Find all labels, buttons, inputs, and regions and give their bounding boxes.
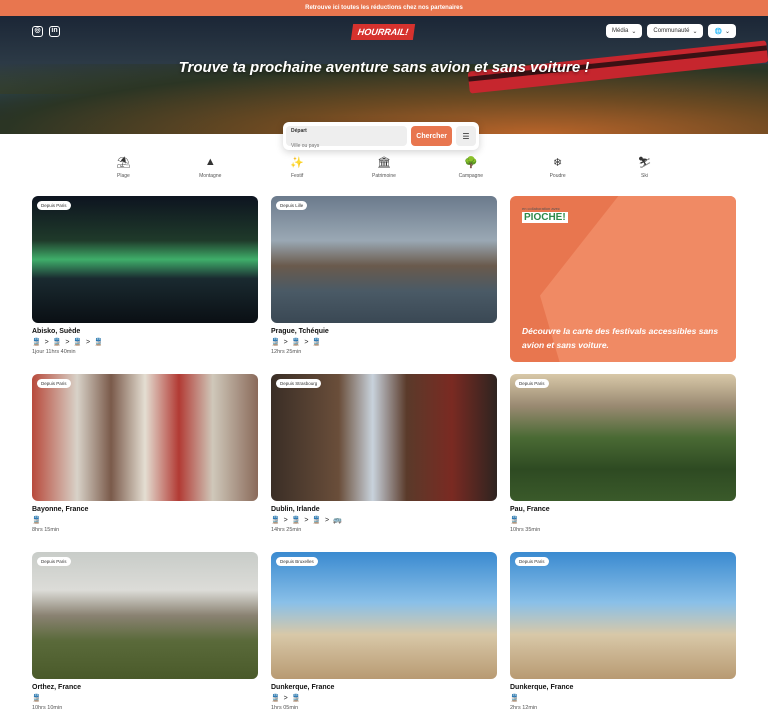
destination-name: Dunkerque, France <box>510 684 574 691</box>
transport-modes: 🚆 > 🚆 <box>271 695 302 702</box>
instagram-icon[interactable]: ◎ <box>32 26 43 37</box>
nav-communaute-label: Communauté <box>653 28 690 34</box>
travel-duration: 14hrs 25min <box>271 527 302 533</box>
category-label: Festif <box>290 173 304 179</box>
origin-badge: Depuis Lille <box>276 201 308 210</box>
category-plage[interactable]: ⛱ Plage <box>93 156 153 179</box>
travel-duration: 2hrs 12min <box>510 705 538 711</box>
category-label: Patrimoine <box>372 173 396 179</box>
search-bar: Départ Chercher ☰ <box>283 122 479 150</box>
transport-modes: 🚆 > 🚆 > 🚆 > 🚌 <box>271 517 343 524</box>
language-selector[interactable]: 🌐 ⌄ <box>708 24 736 38</box>
monument-icon: 🏛 <box>376 157 391 169</box>
transport-modes: 🚆 <box>32 517 42 524</box>
origin-badge: Depuis Paris <box>37 379 71 388</box>
origin-badge: Depuis Paris <box>515 557 549 566</box>
category-label: Poudre <box>549 173 566 179</box>
transport-modes: 🚆 > 🚆 > 🚆 > 🚆 <box>32 339 104 346</box>
promo-bar[interactable]: Retrouve ici toutes les réductions chez … <box>0 0 768 16</box>
origin-badge: Depuis Paris <box>37 201 71 210</box>
category-label: Montagne <box>199 173 222 179</box>
destination-image: Depuis Bruxelles <box>271 552 497 679</box>
destination-card-abisko[interactable]: Depuis Paris Abisko, Suède 🚆 > 🚆 > 🚆 > 🚆… <box>32 196 258 362</box>
transport-modes: 🚆 <box>32 695 42 702</box>
chevron-down-icon: ⌄ <box>692 28 698 35</box>
tree-icon: 🌳 <box>463 157 478 169</box>
departure-input[interactable] <box>291 143 403 149</box>
destination-card-prague[interactable]: Depuis Lille Prague, Tchéquie 🚆 > 🚆 > 🚆 … <box>271 196 497 362</box>
social-links: ◎ in <box>32 26 60 37</box>
transport-modes: 🚆 <box>510 695 520 702</box>
destination-grid: Depuis Paris Abisko, Suède 🚆 > 🚆 > 🚆 > 🚆… <box>32 196 736 718</box>
festival-map-text: Découvre la carte des festivals accessib… <box>522 326 719 350</box>
festival-map-card[interactable]: en collaboration avec PIOCHE! Découvre l… <box>510 196 736 362</box>
destination-card-dunkerque-bruxelles[interactable]: Depuis Bruxelles Dunkerque, France 🚆 > 🚆… <box>271 552 497 718</box>
category-label: Ski <box>641 173 648 179</box>
destination-name: Abisko, Suède <box>32 328 81 335</box>
travel-duration: 10hrs 10min <box>32 705 63 711</box>
destination-card-dublin[interactable]: Depuis Strasbourg Dublin, Irlande 🚆 > 🚆 … <box>271 374 497 540</box>
umbrella-icon: ⛱ <box>116 157 131 169</box>
hero-banner: ◎ in HOURRAIL! Média ⌄ Communauté ⌄ 🌐 ⌄ Tro… <box>0 16 768 134</box>
destination-image: Depuis Paris <box>32 196 258 323</box>
category-campagne[interactable]: 🌳 Campagne <box>441 156 501 179</box>
pioche-logo: PIOCHE! <box>522 212 568 223</box>
category-patrimoine[interactable]: 🏛 Patrimoine <box>354 156 414 179</box>
nav-media-label: Média <box>612 28 629 34</box>
destination-image: Depuis Paris <box>510 374 736 501</box>
mountain-icon: ▲ <box>204 156 216 168</box>
nav-media[interactable]: Média ⌄ <box>606 24 643 38</box>
category-ski[interactable]: ⛷ Ski <box>614 156 674 179</box>
top-nav: Média ⌄ Communauté ⌄ 🌐 ⌄ <box>606 24 736 38</box>
chevron-down-icon: ⌄ <box>724 28 730 35</box>
origin-badge: Depuis Paris <box>515 379 549 388</box>
category-montagne[interactable]: ▲ Montagne <box>180 156 240 179</box>
destination-name: Pau, France <box>510 506 550 513</box>
travel-duration: 12hrs 25min <box>271 349 302 355</box>
transport-modes: 🚆 <box>510 517 520 524</box>
destination-name: Orthez, France <box>32 684 82 691</box>
departure-field[interactable]: Départ <box>286 126 408 149</box>
filter-icon[interactable]: ☰ <box>456 126 476 146</box>
category-label: Campagne <box>458 173 484 179</box>
travel-duration: 1hrs 05min <box>271 705 299 711</box>
ski-icon: ⛷ <box>637 157 652 169</box>
hero-headline: Trouve ta prochaine aventure sans avion … <box>178 59 590 76</box>
destination-card-bayonne[interactable]: Depuis Paris Bayonne, France 🚆 8hrs 15mi… <box>32 374 258 540</box>
linkedin-icon[interactable]: in <box>49 26 60 37</box>
origin-badge: Depuis Bruxelles <box>276 557 318 566</box>
travel-duration: 1jour 11hrs 40min <box>32 349 76 355</box>
destination-image: Depuis Paris <box>510 552 736 679</box>
destination-name: Prague, Tchéquie <box>271 328 329 335</box>
snowflake-icon: ❄ <box>553 157 563 169</box>
nav-communaute[interactable]: Communauté ⌄ <box>647 24 704 38</box>
chevron-down-icon: ⌄ <box>631 28 637 35</box>
origin-badge: Depuis Strasbourg <box>276 379 322 388</box>
destination-image: Depuis Lille <box>271 196 497 323</box>
destination-image: Depuis Paris <box>32 374 258 501</box>
logo[interactable]: HOURRAIL! <box>350 24 416 40</box>
travel-duration: 8hrs 15min <box>32 527 60 533</box>
departure-label: Départ <box>291 128 307 134</box>
party-icon: ✨ <box>290 157 304 169</box>
destination-card-dunkerque-paris[interactable]: Depuis Paris Dunkerque, France 🚆 2hrs 12… <box>510 552 736 718</box>
destination-name: Dunkerque, France <box>271 684 335 691</box>
transport-modes: 🚆 > 🚆 > 🚆 <box>271 339 323 346</box>
destination-card-orthez[interactable]: Depuis Paris Orthez, France 🚆 10hrs 10mi… <box>32 552 258 718</box>
search-button[interactable]: Chercher <box>411 126 452 146</box>
destination-image: Depuis Strasbourg <box>271 374 497 501</box>
category-festif[interactable]: ✨ Festif <box>267 156 327 179</box>
destination-image: Depuis Paris <box>32 552 258 679</box>
origin-badge: Depuis Paris <box>37 557 71 566</box>
category-label: Plage <box>117 173 130 179</box>
category-poudre[interactable]: ❄ Poudre <box>528 156 588 179</box>
destination-name: Bayonne, France <box>32 506 89 513</box>
globe-icon: 🌐 <box>714 28 722 35</box>
category-bar: ⛱ Plage ▲ Montagne ✨ Festif 🏛 Patrimoine 🌳 Ca… <box>0 156 768 179</box>
travel-duration: 10hrs 35min <box>510 527 541 533</box>
destination-name: Dublin, Irlande <box>271 506 320 513</box>
destination-card-pau[interactable]: Depuis Paris Pau, France 🚆 10hrs 35min <box>510 374 736 540</box>
collaboration-label: en collaboration avec <box>522 206 560 211</box>
